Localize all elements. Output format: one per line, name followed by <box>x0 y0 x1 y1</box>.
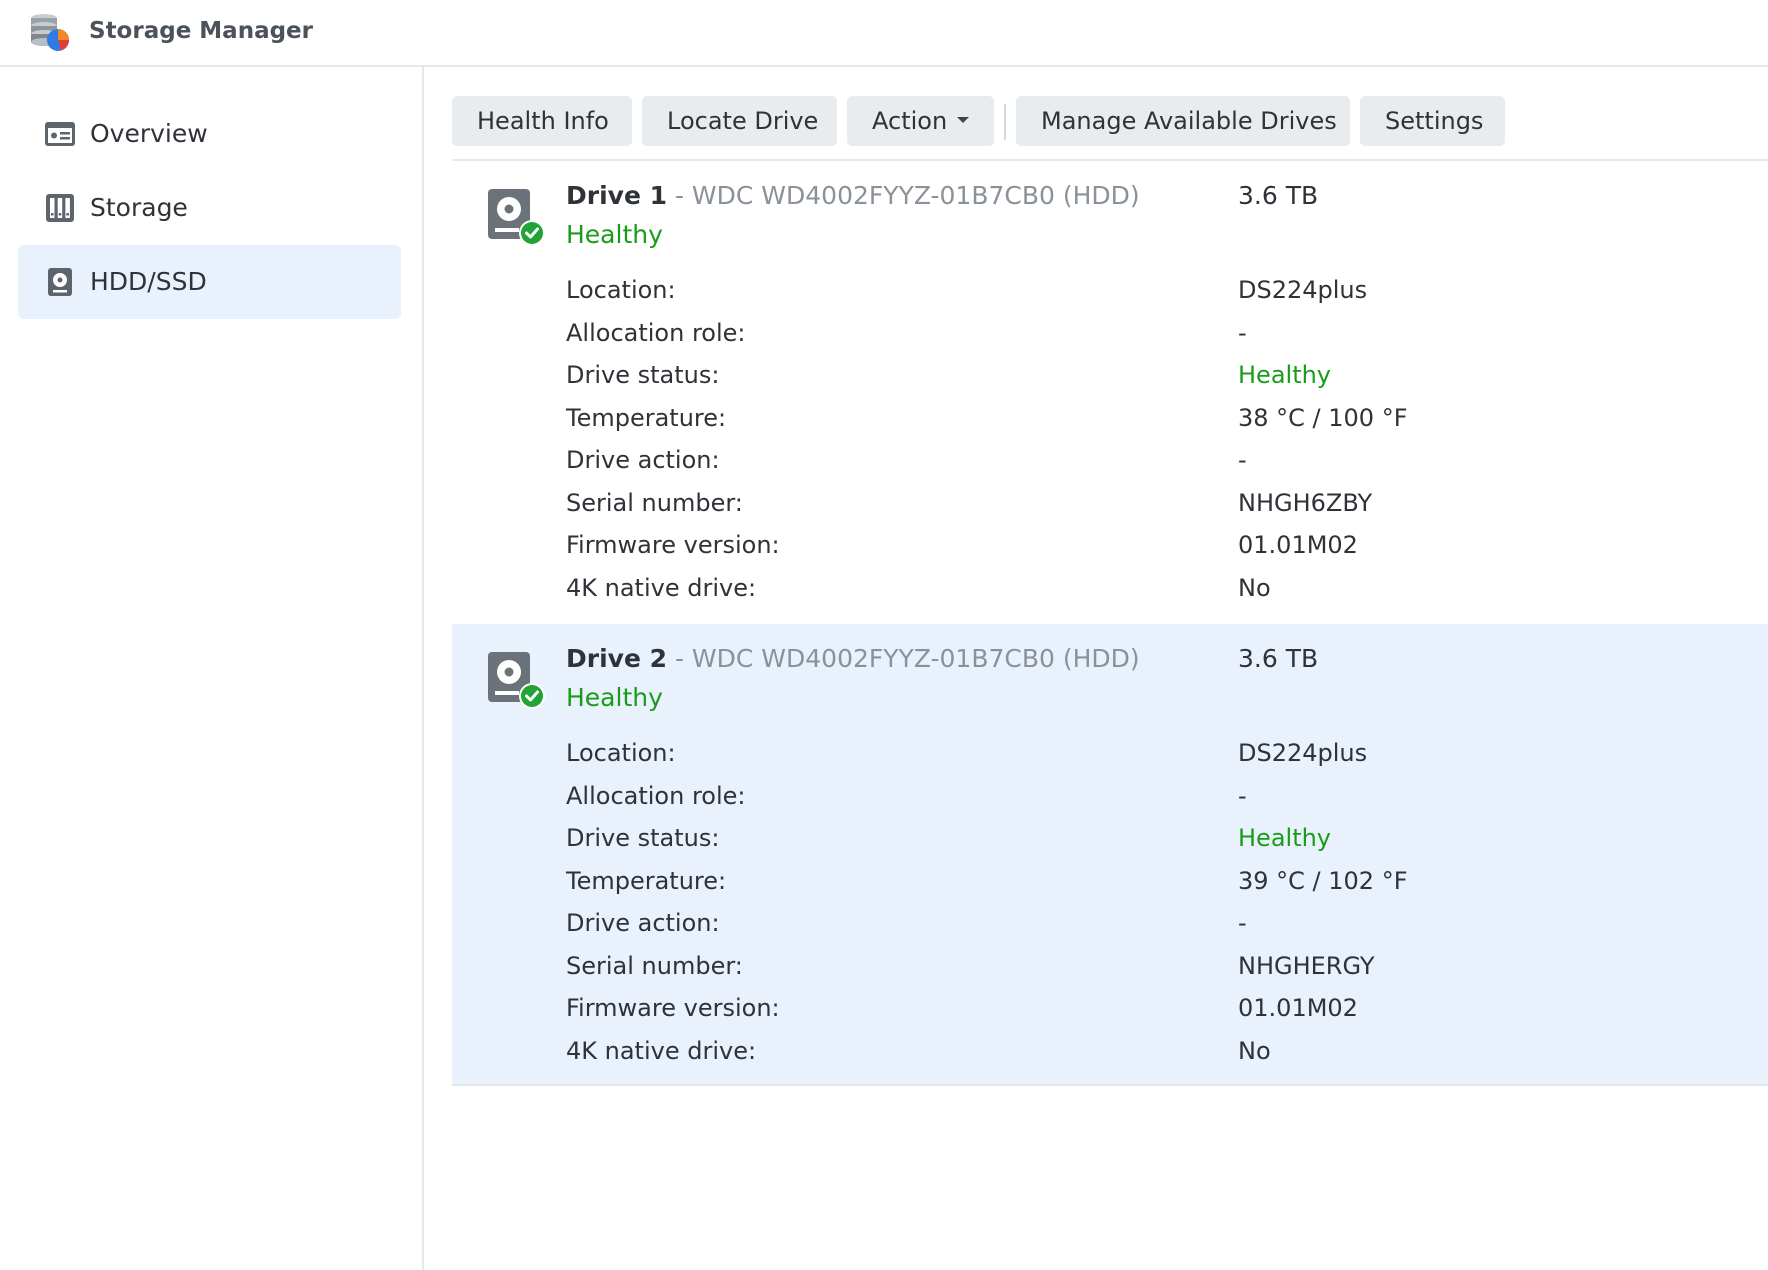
detail-row-serial-number: Serial number: NHGHERGY <box>566 949 1746 989</box>
detail-label: Allocation role: <box>566 319 746 347</box>
sidebar-item-overview[interactable]: Overview <box>18 97 401 171</box>
detail-label: 4K native drive: <box>566 1037 757 1065</box>
detail-value: 01.01M02 <box>1238 994 1358 1022</box>
detail-label: Firmware version: <box>566 994 780 1022</box>
detail-value: 38 °C / 100 °F <box>1238 404 1408 432</box>
detail-row-drive-action: Drive action: - <box>566 443 1746 483</box>
locate-drive-button[interactable]: Locate Drive <box>642 96 837 146</box>
sidebar-item-label: HDD/SSD <box>90 267 207 296</box>
detail-label: Serial number: <box>566 952 743 980</box>
hdd-icon <box>48 268 72 296</box>
drive-size: 3.6 TB <box>1238 644 1319 673</box>
drive-health-status: Healthy <box>566 220 663 249</box>
detail-value: - <box>1238 446 1247 474</box>
detail-value: Healthy <box>1238 361 1332 389</box>
drive-model: - WDC WD4002FYYZ-01B7CB0 (HDD) <box>667 644 1140 673</box>
detail-row-allocation-role: Allocation role: - <box>566 779 1746 819</box>
detail-row-temperature: Temperature: 38 °C / 100 °F <box>566 401 1746 441</box>
detail-row-drive-status: Drive status: Healthy <box>566 358 1746 398</box>
detail-label: Temperature: <box>566 404 727 432</box>
drive-card-2[interactable]: Drive 2 - WDC WD4002FYYZ-01B7CB0 (HDD) 3… <box>452 624 1768 1086</box>
drive-title: Drive 1 - WDC WD4002FYYZ-01B7CB0 (HDD) <box>566 179 1140 213</box>
action-dropdown-button[interactable]: Action <box>847 96 994 146</box>
overview-icon <box>45 122 75 146</box>
detail-value: - <box>1238 782 1247 810</box>
detail-label: Serial number: <box>566 489 743 517</box>
detail-value: No <box>1238 574 1271 602</box>
health-info-label: Health Info <box>477 107 609 135</box>
sidebar: Overview Storage HDD/SSD <box>0 67 424 1270</box>
detail-row-location: Location: DS224plus <box>566 736 1746 776</box>
detail-row-drive-action: Drive action: - <box>566 906 1746 946</box>
storage-icon <box>46 194 74 222</box>
settings-button[interactable]: Settings <box>1360 96 1505 146</box>
storage-manager-logo-icon <box>31 14 69 51</box>
hdd-healthy-icon <box>488 652 545 709</box>
detail-label: Location: <box>566 276 676 304</box>
app-header: Storage Manager <box>0 0 1768 67</box>
sidebar-item-label: Overview <box>90 119 208 148</box>
action-label: Action <box>872 107 948 135</box>
app-title: Storage Manager <box>89 18 314 44</box>
detail-value: Healthy <box>1238 824 1332 852</box>
locate-drive-label: Locate Drive <box>667 107 819 135</box>
detail-value: No <box>1238 1037 1271 1065</box>
detail-row-drive-status: Drive status: Healthy <box>566 821 1746 861</box>
drive-title: Drive 2 - WDC WD4002FYYZ-01B7CB0 (HDD) <box>566 642 1140 676</box>
health-info-button[interactable]: Health Info <box>452 96 632 146</box>
detail-row-allocation-role: Allocation role: - <box>566 316 1746 356</box>
drive-model: - WDC WD4002FYYZ-01B7CB0 (HDD) <box>667 181 1140 210</box>
detail-row-location: Location: DS224plus <box>566 273 1746 313</box>
settings-label: Settings <box>1385 107 1484 135</box>
drive-name: Drive 2 <box>566 644 668 673</box>
detail-label: Location: <box>566 739 676 767</box>
detail-label: 4K native drive: <box>566 574 757 602</box>
sidebar-item-storage[interactable]: Storage <box>18 171 401 245</box>
detail-label: Temperature: <box>566 867 727 895</box>
detail-label: Allocation role: <box>566 782 746 810</box>
toolbar-separator <box>1004 104 1006 140</box>
hdd-healthy-icon <box>488 189 545 246</box>
detail-label: Firmware version: <box>566 531 780 559</box>
drive-card-1[interactable]: Drive 1 - WDC WD4002FYYZ-01B7CB0 (HDD) 3… <box>452 161 1768 623</box>
manage-drives-label: Manage Available Drives <box>1041 107 1337 135</box>
detail-label: Drive status: <box>566 361 720 389</box>
sidebar-item-label: Storage <box>90 193 188 222</box>
detail-value: 39 °C / 102 °F <box>1238 867 1408 895</box>
detail-row-temperature: Temperature: 39 °C / 102 °F <box>566 864 1746 904</box>
sidebar-item-hdd-ssd[interactable]: HDD/SSD <box>18 245 401 319</box>
detail-row-firmware-version: Firmware version: 01.01M02 <box>566 991 1746 1031</box>
drive-size: 3.6 TB <box>1238 181 1319 210</box>
manage-available-drives-button[interactable]: Manage Available Drives <box>1016 96 1350 146</box>
detail-row-4k-native: 4K native drive: No <box>566 1034 1746 1074</box>
detail-row-serial-number: Serial number: NHGH6ZBY <box>566 486 1746 526</box>
detail-label: Drive action: <box>566 446 720 474</box>
detail-row-4k-native: 4K native drive: No <box>566 571 1746 611</box>
drive-health-status: Healthy <box>566 683 663 712</box>
detail-value: NHGH6ZBY <box>1238 489 1373 517</box>
detail-value: NHGHERGY <box>1238 952 1375 980</box>
detail-value: DS224plus <box>1238 276 1368 304</box>
detail-value: 01.01M02 <box>1238 531 1358 559</box>
detail-label: Drive status: <box>566 824 720 852</box>
detail-value: - <box>1238 319 1247 347</box>
detail-row-firmware-version: Firmware version: 01.01M02 <box>566 528 1746 568</box>
drive-name: Drive 1 <box>566 181 668 210</box>
caret-down-icon <box>957 117 970 123</box>
detail-value: - <box>1238 909 1247 937</box>
detail-label: Drive action: <box>566 909 720 937</box>
detail-value: DS224plus <box>1238 739 1368 767</box>
